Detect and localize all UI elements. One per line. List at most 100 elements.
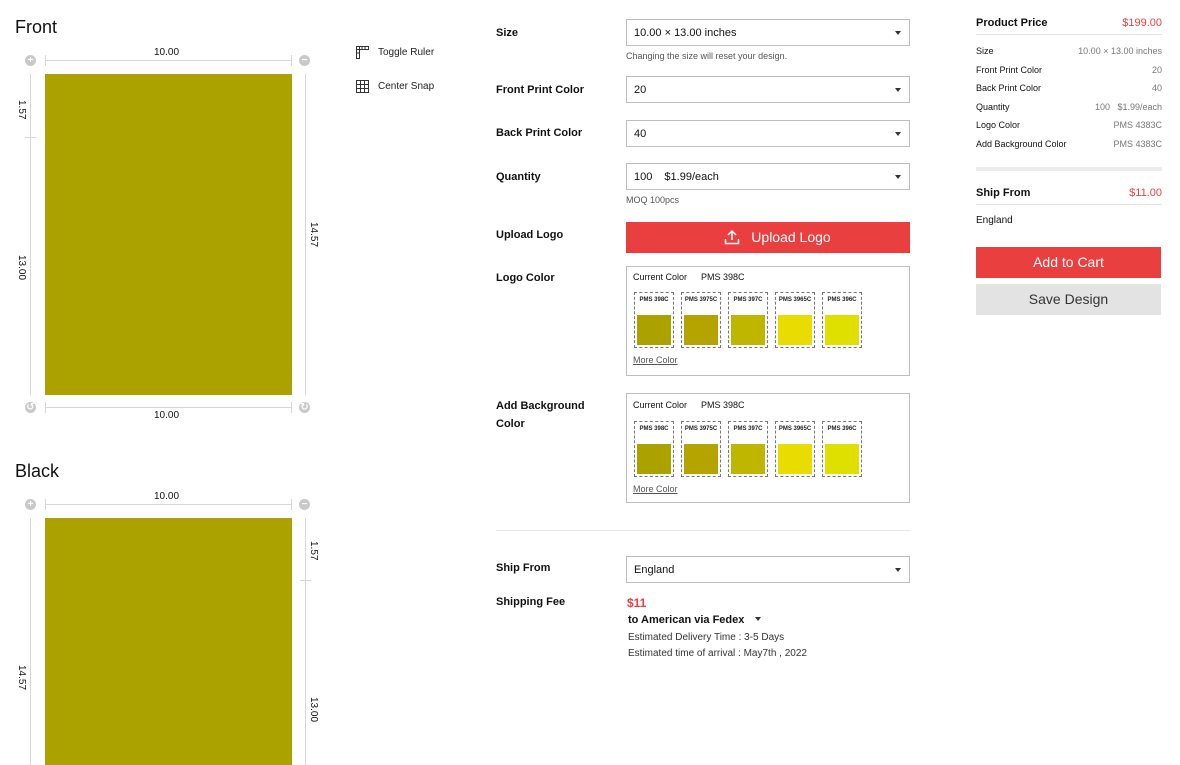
center-snap-label: Center Snap bbox=[378, 81, 435, 92]
bg-swatch-color bbox=[637, 444, 671, 474]
upload-logo-label: Upload Logo bbox=[496, 229, 564, 241]
quantity-hint: MOQ 100pcs bbox=[626, 195, 680, 205]
logo-swatch-color bbox=[684, 315, 718, 345]
left-ruler bbox=[30, 74, 31, 395]
quantity-price: $1.99/each bbox=[664, 171, 719, 183]
front-title: Front bbox=[15, 17, 58, 37]
bg-swatch[interactable]: PMS 398C bbox=[634, 421, 674, 477]
bg-current-color-label: Current Color bbox=[633, 400, 688, 410]
size-label: Size bbox=[496, 27, 519, 39]
bg-swatch[interactable]: PMS 397C bbox=[728, 421, 768, 477]
product-price-value: $199.00 bbox=[1122, 17, 1162, 29]
back-canvas[interactable] bbox=[45, 518, 292, 765]
logo-current-color-value: PMS 398C bbox=[701, 272, 745, 282]
size-select-value: 10.00 × 13.00 inches bbox=[634, 27, 737, 39]
bg-swatch[interactable]: PMS 3965C bbox=[775, 421, 815, 477]
bg-swatch[interactable]: PMS 3975C bbox=[681, 421, 721, 477]
logo-swatch[interactable]: PMS 396C bbox=[822, 292, 862, 348]
summary-row-key: Quantity bbox=[976, 101, 1010, 112]
rotate-left-icon[interactable]: ↺ bbox=[25, 402, 36, 413]
logo-swatch-name: PMS 396C bbox=[827, 297, 857, 303]
bg-current-color-value: PMS 398C bbox=[701, 400, 745, 410]
back-print-color-label: Back Print Color bbox=[496, 127, 583, 139]
logo-swatch-name: PMS 3965C bbox=[778, 297, 812, 303]
summary-row-key: Front Print Color bbox=[976, 64, 1043, 75]
back-print-color-select[interactable]: 40 bbox=[626, 120, 910, 147]
summary-row-value: 40 bbox=[1151, 83, 1162, 93]
caret-down-icon bbox=[895, 88, 901, 92]
front-left-top: 1.57 bbox=[16, 100, 27, 120]
logo-swatch[interactable]: PMS 397C bbox=[728, 292, 768, 348]
ship-from-select[interactable]: England bbox=[626, 556, 910, 583]
arrival-time: Estimated time of arrival : May7th , 202… bbox=[628, 648, 807, 659]
logo-swatch[interactable]: PMS 3975C bbox=[681, 292, 721, 348]
front-print-color-label: Front Print Color bbox=[496, 84, 584, 96]
summary-row-key: Add Background Color bbox=[976, 138, 1067, 149]
summary-ship-from-label: Ship From bbox=[976, 187, 1031, 199]
quantity-value: 100 bbox=[634, 171, 653, 183]
upload-icon bbox=[724, 229, 740, 245]
summary-row: Add Background Color PMS 4383C bbox=[976, 139, 1162, 153]
back-right-top: 1.57 bbox=[308, 541, 319, 561]
front-print-color-select[interactable]: 20 bbox=[626, 76, 910, 103]
delivery-time: Estimated Delivery Time : 3-5 Days bbox=[628, 632, 785, 643]
back-top-width: 10.00 bbox=[154, 491, 180, 502]
quantity-select[interactable]: 100 $1.99/each bbox=[626, 163, 910, 190]
logo-swatch-name: PMS 398C bbox=[639, 297, 669, 303]
shipping-fee-value: $11 bbox=[627, 596, 647, 610]
caret-down-icon bbox=[895, 175, 901, 179]
grid-icon bbox=[356, 80, 369, 93]
summary-row: Logo Color PMS 4383C bbox=[976, 120, 1162, 134]
bg-swatch-name: PMS 3975C bbox=[684, 426, 718, 432]
summary-row: Size 10.00 × 13.00 inches bbox=[976, 46, 1162, 60]
summary-row: Quantity 100 $1.99/each bbox=[976, 102, 1162, 116]
back-left-main: 14.57 bbox=[16, 665, 27, 691]
upload-logo-button[interactable]: Upload Logo bbox=[626, 222, 910, 253]
logo-swatch-color bbox=[778, 315, 812, 345]
logo-current-color-label: Current Color bbox=[633, 272, 688, 282]
ship-from-value: England bbox=[634, 564, 675, 576]
logo-more-color-link[interactable]: More Color bbox=[633, 355, 678, 365]
quantity-label: Quantity bbox=[496, 171, 541, 183]
back-zoom-in-icon[interactable]: + bbox=[25, 499, 36, 510]
bg-color-label-line2: Color bbox=[496, 418, 525, 430]
bg-swatch-name: PMS 397C bbox=[733, 426, 763, 432]
zoom-out-icon[interactable]: − bbox=[299, 55, 310, 66]
shipping-fee-label: Shipping Fee bbox=[496, 596, 566, 608]
bg-swatch-name: PMS 3965C bbox=[778, 426, 812, 432]
bg-swatch[interactable]: PMS 396C bbox=[822, 421, 862, 477]
logo-swatch[interactable]: PMS 3965C bbox=[775, 292, 815, 348]
zoom-in-icon[interactable]: + bbox=[25, 55, 36, 66]
size-hint: Changing the size will reset your design… bbox=[626, 51, 788, 61]
logo-swatch-color bbox=[825, 315, 859, 345]
caret-down-icon bbox=[895, 568, 901, 572]
back-print-color-value: 40 bbox=[634, 128, 647, 140]
toggle-ruler-button[interactable]: Toggle Ruler bbox=[356, 46, 446, 60]
summary-row-key: Logo Color bbox=[976, 120, 1021, 130]
caret-down-icon bbox=[895, 31, 901, 35]
save-design-button[interactable]: Save Design bbox=[976, 284, 1161, 315]
front-canvas[interactable] bbox=[45, 74, 292, 395]
summary-ship-from-price: $11.00 bbox=[1129, 187, 1162, 199]
bg-color-picker: Current Color PMS 398C PMS 398C PMS 3975C… bbox=[626, 393, 910, 503]
bg-more-color-link[interactable]: More Color bbox=[633, 484, 678, 494]
summary-row-value: 100 $1.99/each bbox=[1094, 101, 1162, 112]
summary-row: Back Print Color 40 bbox=[976, 83, 1162, 97]
toggle-ruler-label: Toggle Ruler bbox=[378, 47, 435, 58]
size-select[interactable]: 10.00 × 13.00 inches bbox=[626, 19, 910, 46]
summary-row-value: PMS 4383C bbox=[1113, 138, 1162, 149]
summary-row-value: 10.00 × 13.00 inches bbox=[1078, 46, 1162, 56]
add-to-cart-button[interactable]: Add to Cart bbox=[976, 247, 1161, 278]
form-divider bbox=[496, 530, 910, 531]
summary-row: Front Print Color 20 bbox=[976, 65, 1162, 79]
bg-swatch-color bbox=[825, 444, 859, 474]
right-ruler bbox=[305, 74, 306, 395]
shipping-method-dropdown[interactable]: to American via Fedex bbox=[628, 614, 768, 628]
logo-swatch[interactable]: PMS 398C bbox=[634, 292, 674, 348]
back-zoom-out-icon[interactable]: − bbox=[299, 499, 310, 510]
front-print-color-value: 20 bbox=[634, 84, 647, 96]
center-snap-button[interactable]: Center Snap bbox=[356, 80, 446, 94]
rotate-right-icon[interactable]: ↻ bbox=[299, 402, 310, 413]
logo-swatch-name: PMS 397C bbox=[733, 297, 763, 303]
bg-swatch-color bbox=[684, 444, 718, 474]
